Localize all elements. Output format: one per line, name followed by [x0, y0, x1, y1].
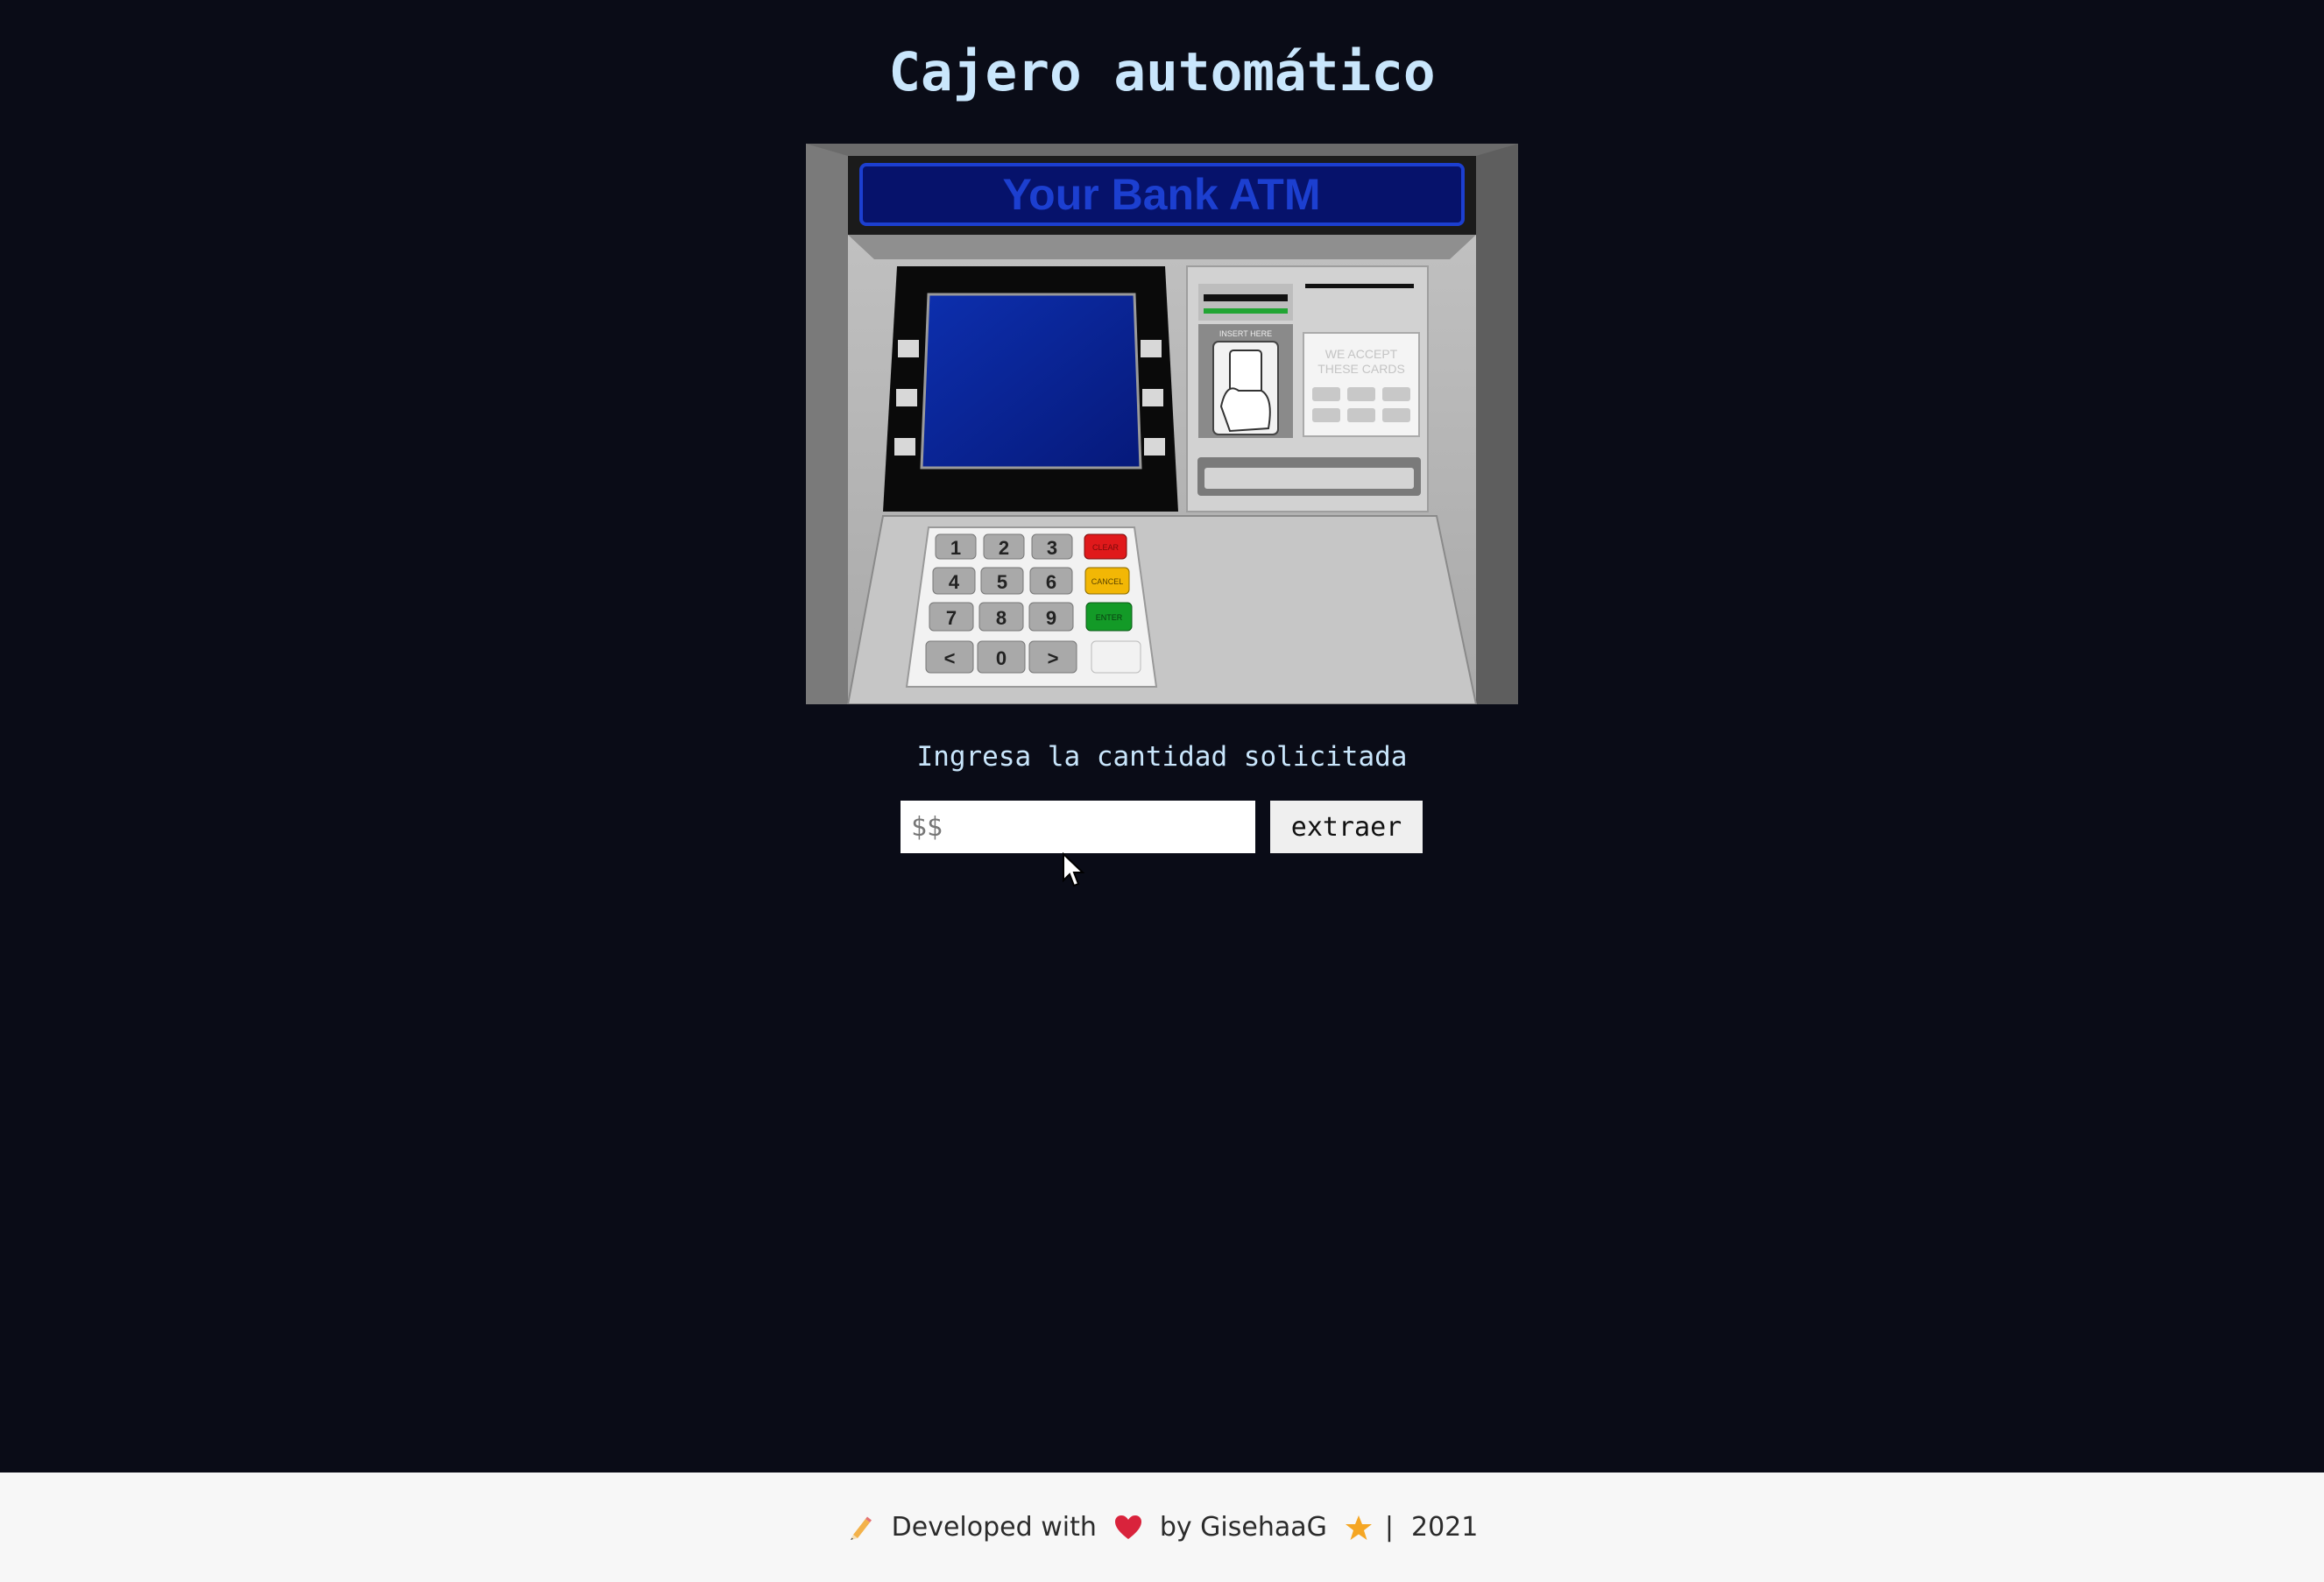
atm-image: Your Bank ATM INSERT HERE WE ACCEPT THES…	[806, 144, 1518, 704]
keypad-key-5: 5	[997, 571, 1007, 593]
keypad-key-6: 6	[1046, 571, 1056, 593]
keypad-key-2: 2	[999, 537, 1009, 559]
mouse-cursor-icon	[1063, 852, 1085, 887]
keypad-key-9: 9	[1046, 607, 1056, 629]
atm-banner-text: Your Bank ATM	[1003, 170, 1321, 219]
insert-here-label: INSERT HERE	[1219, 329, 1272, 338]
keypad-cancel-label: CANCEL	[1091, 577, 1124, 586]
amount-prompt: Ingresa la cantidad solicitada	[916, 741, 1408, 773]
accept-cards-label-1: WE ACCEPT	[1325, 347, 1398, 361]
footer-author: by GisehaaG	[1159, 1512, 1327, 1543]
keypad-clear-label: CLEAR	[1092, 543, 1120, 552]
withdraw-button[interactable]: extraer	[1270, 801, 1423, 853]
footer-developed-text: Developed with	[891, 1512, 1097, 1543]
atm-screen	[920, 293, 1142, 470]
keypad-enter-label: ENTER	[1096, 613, 1123, 622]
page-title: Cajero automático	[888, 41, 1436, 103]
accept-cards-label-2: THESE CARDS	[1317, 362, 1405, 376]
keypad-key-right: >	[1048, 647, 1059, 669]
amount-input[interactable]	[901, 801, 1255, 853]
star-icon	[1345, 1515, 1372, 1540]
keypad-key-8: 8	[996, 607, 1007, 629]
pencil-icon	[850, 1516, 872, 1540]
keypad-key-3: 3	[1047, 537, 1057, 559]
keypad-key-4: 4	[949, 571, 960, 593]
footer: Developed with by GisehaaG | 2021	[0, 1473, 2324, 1582]
heart-icon	[1114, 1515, 1141, 1539]
keypad-key-1: 1	[950, 537, 961, 559]
footer-year: 2021	[1410, 1512, 1479, 1543]
keypad-key-left: <	[944, 647, 956, 669]
keypad-key-0: 0	[996, 647, 1007, 669]
footer-separator: |	[1384, 1512, 1394, 1543]
keypad-key-7: 7	[946, 607, 957, 629]
